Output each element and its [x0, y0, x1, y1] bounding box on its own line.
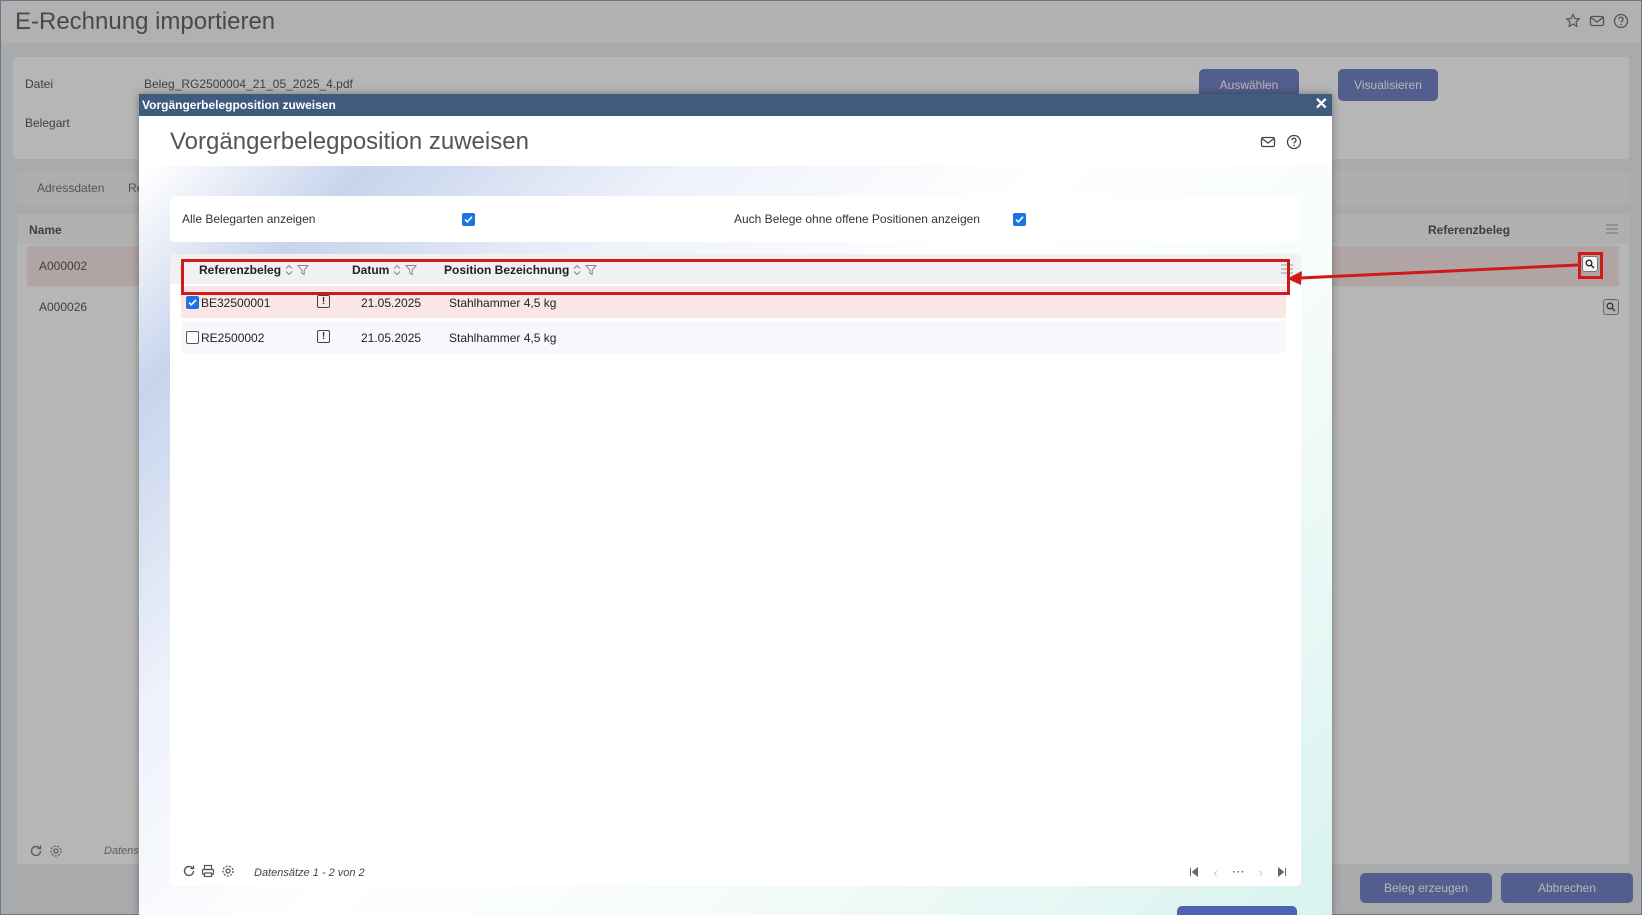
table-row[interactable]: BE32500001 ! 21.05.2025 Stahlhammer 4,5 … — [181, 286, 1286, 318]
col-referenzbeleg-label: Referenzbeleg — [199, 263, 282, 277]
first-page-icon[interactable] — [1189, 867, 1199, 877]
without-open-label: Auch Belege ohne offene Positionen anzei… — [734, 212, 980, 226]
next-page-icon[interactable]: › — [1259, 865, 1263, 880]
sort-icon[interactable] — [393, 264, 401, 276]
dialog-titlebar-text: Vorgängerbelegposition zuweisen — [142, 98, 336, 112]
reference-grid: Referenzbeleg Datum Position Bezeichnung — [170, 254, 1301, 886]
dialog-titlebar: Vorgängerbelegposition zuweisen ✕ — [139, 94, 1332, 116]
sort-icon[interactable] — [573, 264, 581, 276]
filter-icon[interactable] — [405, 264, 418, 276]
column-menu-icon[interactable] — [1281, 264, 1293, 274]
cell-position: Stahlhammer 4,5 kg — [449, 296, 557, 310]
checkmark-icon — [188, 299, 197, 307]
settings-icon[interactable] — [221, 864, 235, 878]
help-icon[interactable] — [1286, 134, 1302, 150]
all-types-label: Alle Belegarten anzeigen — [182, 212, 316, 226]
refresh-icon[interactable] — [182, 864, 196, 878]
mail-icon[interactable] — [1260, 134, 1276, 150]
pager: ‹ ⋯ › — [1189, 864, 1287, 880]
row-select-checkbox[interactable] — [186, 296, 199, 309]
cell-datum: 21.05.2025 — [361, 296, 422, 310]
more-pages-icon[interactable]: ⋯ — [1232, 864, 1245, 880]
info-icon[interactable]: ! — [317, 330, 330, 343]
filter-icon[interactable] — [297, 264, 310, 276]
print-icon[interactable] — [201, 864, 215, 878]
dialog-heading: Vorgängerbelegposition zuweisen — [170, 128, 529, 155]
grid-header: Referenzbeleg Datum Position Bezeichnung — [170, 254, 1301, 284]
cell-referenzbeleg: BE32500001 — [201, 296, 271, 310]
checkmark-icon — [464, 216, 473, 224]
prev-page-icon[interactable]: ‹ — [1213, 865, 1217, 880]
table-row[interactable]: RE2500002 ! 21.05.2025 Stahlhammer 4,5 k… — [181, 321, 1286, 353]
record-count: Datensätze 1 - 2 von 2 — [254, 867, 365, 879]
grid-footer: Datensätze 1 - 2 von 2 ‹ ⋯ › — [181, 864, 1291, 884]
row-select-checkbox[interactable] — [186, 331, 199, 344]
dialog-body: Vorgängerbelegposition zuweisen Alle Bel… — [139, 116, 1332, 915]
col-position-label: Position Bezeichnung — [444, 263, 570, 277]
checkmark-icon — [1015, 216, 1024, 224]
all-types-checkbox[interactable] — [462, 213, 475, 226]
sort-icon[interactable] — [285, 264, 293, 276]
filter-panel: Alle Belegarten anzeigen Auch Belege ohn… — [170, 196, 1301, 242]
cell-referenzbeleg: RE2500002 — [201, 331, 265, 345]
dialog-header-icons — [1260, 134, 1302, 150]
cell-datum: 21.05.2025 — [361, 331, 422, 345]
filter-icon[interactable] — [585, 264, 598, 276]
info-icon[interactable]: ! — [317, 295, 330, 308]
close-icon[interactable]: ✕ — [1315, 95, 1328, 115]
col-datum-label: Datum — [352, 263, 390, 277]
close-button[interactable]: Schließen — [1177, 906, 1297, 915]
cell-position: Stahlhammer 4,5 kg — [449, 331, 557, 345]
col-referenzbeleg[interactable]: Referenzbeleg — [199, 263, 310, 277]
col-position-bezeichnung[interactable]: Position Bezeichnung — [444, 263, 598, 277]
without-open-checkbox[interactable] — [1013, 213, 1026, 226]
col-datum[interactable]: Datum — [352, 263, 418, 277]
assign-position-dialog: Vorgängerbelegposition zuweisen ✕ Vorgän… — [139, 94, 1332, 915]
annotation-frame — [1578, 252, 1603, 279]
last-page-icon[interactable] — [1277, 867, 1287, 877]
dialog-header: Vorgängerbelegposition zuweisen — [139, 116, 1332, 166]
